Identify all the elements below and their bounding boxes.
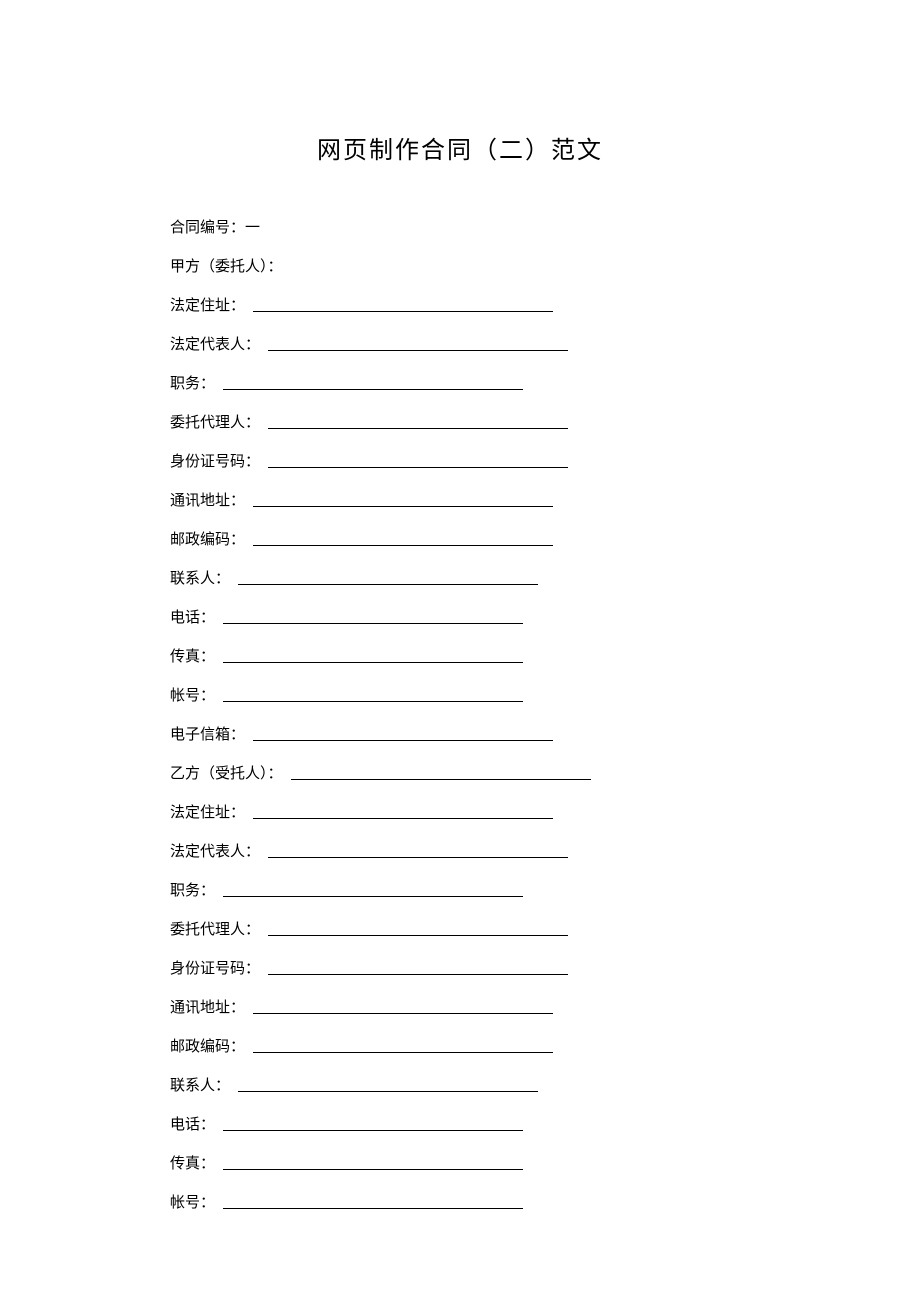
field-row: 联系人： [170, 1073, 750, 1095]
underline-blank [238, 584, 538, 585]
field-row: 乙方（受托人）： [170, 761, 750, 783]
underline-blank [268, 467, 568, 468]
field-row: 邮政编码： [170, 1034, 750, 1056]
underline-blank [268, 935, 568, 936]
field-row: 传真： [170, 1151, 750, 1173]
field-label: 联系人： [170, 1074, 238, 1095]
field-row: 电子信箱： [170, 722, 750, 744]
field-label: 合同编号：一 [170, 216, 268, 237]
field-label: 乙方（受托人）： [170, 762, 291, 783]
field-row: 合同编号：一 [170, 215, 750, 237]
underline-blank [253, 1052, 553, 1053]
field-label: 法定住址： [170, 801, 253, 822]
underline-blank [253, 545, 553, 546]
field-label: 委托代理人： [170, 411, 268, 432]
underline-blank [253, 740, 553, 741]
field-label: 电子信箱： [170, 723, 253, 744]
underline-blank [223, 389, 523, 390]
underline-blank [268, 428, 568, 429]
field-label: 法定住址： [170, 294, 253, 315]
underline-blank [268, 350, 568, 351]
underline-blank [223, 1169, 523, 1170]
underline-blank [253, 1013, 553, 1014]
field-row: 邮政编码： [170, 527, 750, 549]
underline-blank [268, 857, 568, 858]
underline-blank [223, 623, 523, 624]
field-row: 身份证号码： [170, 449, 750, 471]
document-title: 网页制作合同（二）范文 [170, 130, 750, 165]
underline-blank [238, 1091, 538, 1092]
field-row: 法定代表人： [170, 332, 750, 354]
field-label: 通讯地址： [170, 489, 253, 510]
underline-blank [223, 1208, 523, 1209]
underline-blank [268, 974, 568, 975]
underline-blank [253, 311, 553, 312]
field-row: 通讯地址： [170, 995, 750, 1017]
field-row: 法定住址： [170, 293, 750, 315]
underline-blank [223, 701, 523, 702]
field-row: 法定代表人： [170, 839, 750, 861]
field-label: 职务： [170, 372, 223, 393]
underline-blank [253, 818, 553, 819]
field-label: 委托代理人： [170, 918, 268, 939]
field-label: 通讯地址： [170, 996, 253, 1017]
field-label: 帐号： [170, 1191, 223, 1212]
field-row: 甲方（委托人）： [170, 254, 750, 276]
field-row: 联系人： [170, 566, 750, 588]
field-label: 联系人： [170, 567, 238, 588]
field-row: 法定住址： [170, 800, 750, 822]
field-row: 职务： [170, 371, 750, 393]
field-label: 甲方（委托人）： [170, 255, 291, 276]
field-row: 职务： [170, 878, 750, 900]
underline-blank [223, 896, 523, 897]
field-row: 通讯地址： [170, 488, 750, 510]
field-label: 邮政编码： [170, 1035, 253, 1056]
field-row: 电话： [170, 1112, 750, 1134]
form-content: 合同编号：一甲方（委托人）： 法定住址： 法定代表人： 职务： 委托代理人： 身份证号码：… [170, 215, 750, 1212]
field-label: 身份证号码： [170, 957, 268, 978]
underline-blank [223, 662, 523, 663]
field-label: 电话： [170, 1113, 223, 1134]
field-label: 法定代表人： [170, 333, 268, 354]
field-label: 传真： [170, 1152, 223, 1173]
field-row: 委托代理人： [170, 410, 750, 432]
field-label: 邮政编码： [170, 528, 253, 549]
field-row: 传真： [170, 644, 750, 666]
field-label: 帐号： [170, 684, 223, 705]
field-row: 电话： [170, 605, 750, 627]
field-row: 帐号： [170, 683, 750, 705]
field-label: 传真： [170, 645, 223, 666]
underline-blank [223, 1130, 523, 1131]
field-label: 法定代表人： [170, 840, 268, 861]
field-label: 身份证号码： [170, 450, 268, 471]
field-row: 委托代理人： [170, 917, 750, 939]
field-label: 电话： [170, 606, 223, 627]
underline-blank [253, 506, 553, 507]
field-row: 身份证号码： [170, 956, 750, 978]
field-row: 帐号： [170, 1190, 750, 1212]
field-label: 职务： [170, 879, 223, 900]
underline-blank [291, 779, 591, 780]
